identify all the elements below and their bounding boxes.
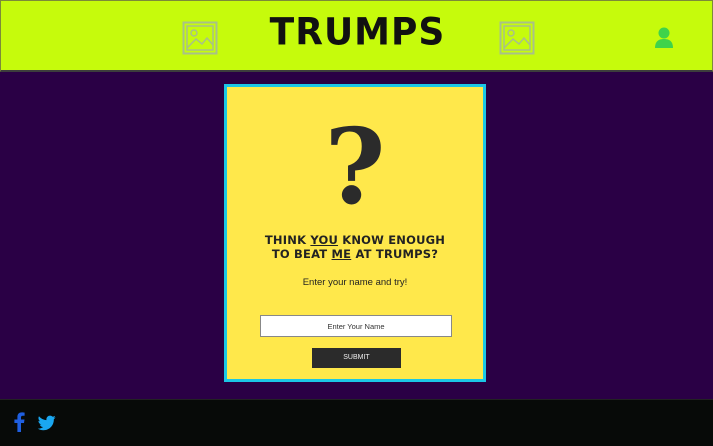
site-header: TRUMPS <box>0 0 713 72</box>
headline-line-1: THINK YOU KNOW ENOUGH <box>227 233 483 247</box>
question-mark-graphic: ? <box>324 105 386 228</box>
broken-image-icon <box>499 21 535 55</box>
submit-button[interactable]: SUBMIT <box>312 348 401 368</box>
headline-text: THINK <box>264 233 311 247</box>
challenge-headline: THINK YOU KNOW ENOUGH TO BEAT ME AT TRUM… <box>227 233 483 261</box>
facebook-icon[interactable] <box>12 412 26 432</box>
site-logo[interactable]: TRUMPS <box>1 11 713 54</box>
challenge-subtitle: Enter your name and try! <box>302 277 408 288</box>
headline-text: KNOW ENOUGH <box>338 233 446 247</box>
challenge-card: ? THINK YOU KNOW ENOUGH TO BEAT ME AT TR… <box>224 84 486 382</box>
headline-emphasis: YOU <box>310 233 339 247</box>
site-footer <box>0 399 713 446</box>
headline-line-2: TO BEAT ME AT TRUMPS? <box>227 247 483 261</box>
headline-emphasis: ME <box>331 247 352 261</box>
user-icon[interactable] <box>654 27 674 49</box>
twitter-icon[interactable] <box>38 415 56 431</box>
name-input[interactable] <box>260 315 452 337</box>
headline-text: AT TRUMPS? <box>351 247 439 261</box>
headline-text: TO BEAT <box>271 247 332 261</box>
